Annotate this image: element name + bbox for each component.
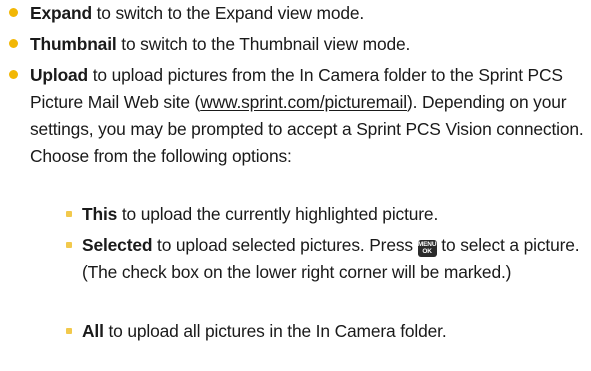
list-item-upload: Upload to upload pictures from the In Ca… bbox=[9, 62, 585, 170]
picturemail-link[interactable]: www.sprint.com/picturemail bbox=[200, 92, 407, 112]
subbullet-icon bbox=[66, 328, 72, 334]
description-thumbnail: to switch to the Thumbnail view mode. bbox=[116, 34, 411, 54]
sublist-item-all: All to upload all pictures in the In Cam… bbox=[66, 318, 582, 345]
term-thumbnail: Thumbnail bbox=[30, 34, 117, 54]
list-item-expand: Expand to switch to the Expand view mode… bbox=[9, 0, 585, 27]
term-expand: Expand bbox=[30, 3, 92, 23]
sublist-item-selected: Selected to upload selected pictures. Pr… bbox=[66, 232, 582, 286]
term-this: This bbox=[82, 204, 118, 224]
bullet-icon bbox=[9, 8, 18, 17]
description-this: to upload the currently highlighted pict… bbox=[117, 204, 439, 224]
menu-ok-key-icon: MENU OK bbox=[417, 240, 437, 257]
bullet-icon bbox=[9, 39, 18, 48]
subbullet-icon bbox=[66, 242, 72, 248]
bullet-icon bbox=[9, 70, 18, 79]
description-all: to upload all pictures in the In Camera … bbox=[103, 321, 447, 341]
subbullet-icon bbox=[66, 211, 72, 217]
menu-key-bottom-label: OK bbox=[422, 248, 432, 255]
description-expand: to switch to the Expand view mode. bbox=[91, 3, 365, 23]
description-selected-start: to upload selected pictures. Press bbox=[152, 235, 418, 255]
term-selected: Selected bbox=[82, 235, 153, 255]
menu-key-top-label: MENU bbox=[417, 241, 437, 248]
manual-page: Expand to switch to the Expand view mode… bbox=[0, 0, 591, 371]
sublist-item-this: This to upload the currently highlighted… bbox=[66, 201, 582, 228]
list-item-thumbnail: Thumbnail to switch to the Thumbnail vie… bbox=[9, 31, 585, 58]
term-all: All bbox=[82, 321, 104, 341]
term-upload: Upload bbox=[30, 65, 89, 85]
